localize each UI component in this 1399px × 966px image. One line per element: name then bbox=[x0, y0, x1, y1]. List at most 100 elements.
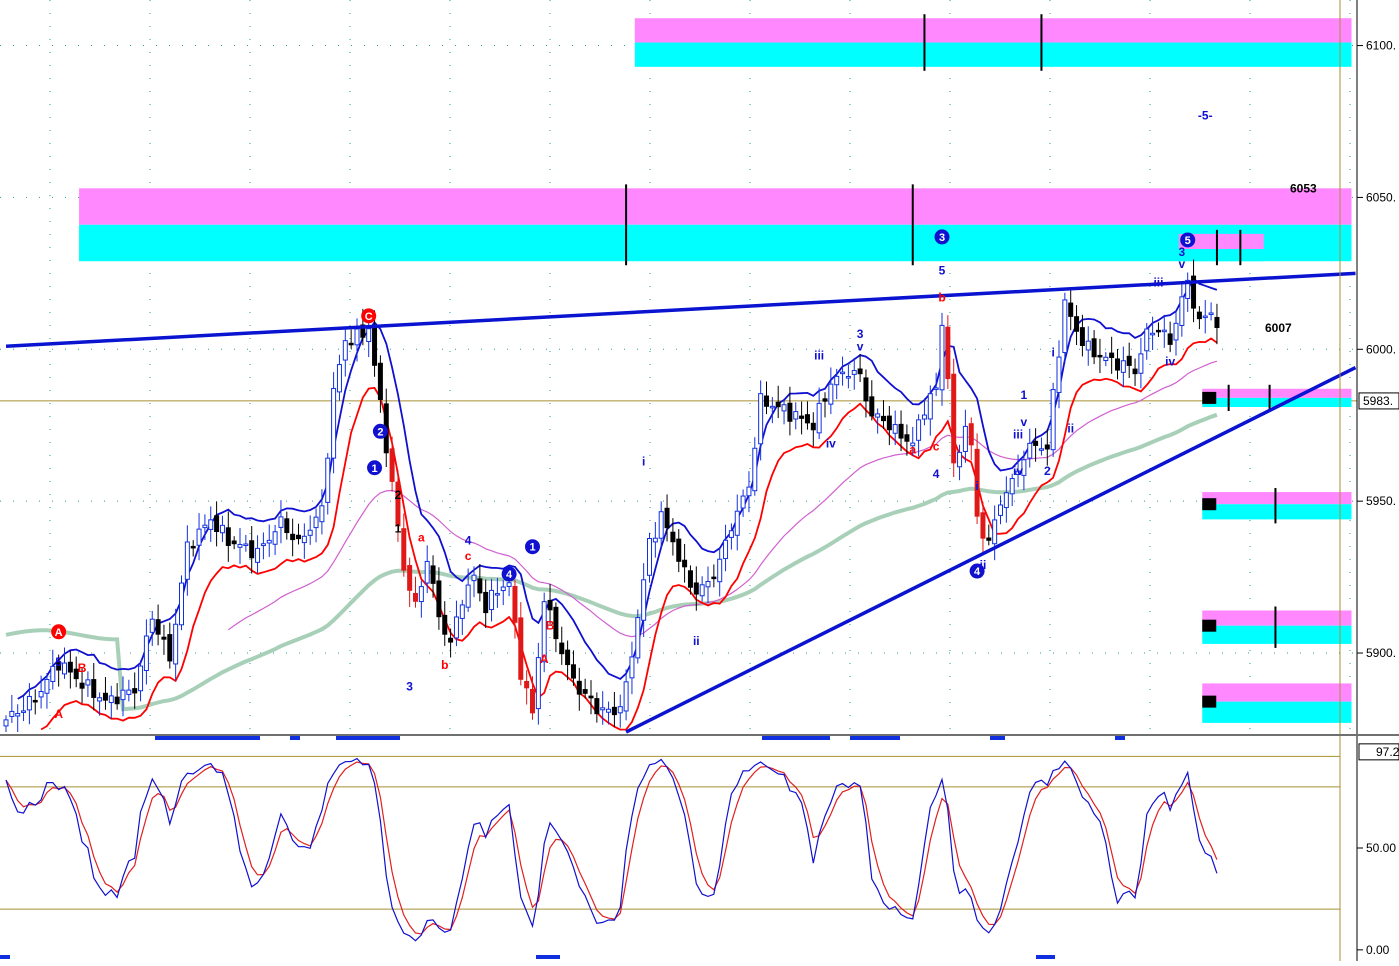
zone-upper-band bbox=[1202, 388, 1352, 398]
wave-label: 2 bbox=[377, 426, 383, 438]
candle-body bbox=[734, 510, 740, 536]
price-tick-label: 6000. bbox=[1366, 342, 1396, 356]
candle-body bbox=[372, 326, 378, 366]
candle-body bbox=[892, 424, 898, 434]
wave-label: ii bbox=[693, 634, 700, 648]
zone-lower-band bbox=[634, 42, 1352, 67]
candle-body bbox=[1027, 442, 1033, 459]
candle-body bbox=[354, 328, 360, 346]
candle-body bbox=[845, 376, 851, 379]
wave-label: 3 bbox=[939, 232, 945, 244]
candle-body bbox=[576, 680, 582, 695]
candle-body bbox=[822, 398, 828, 402]
candle-body bbox=[62, 662, 67, 675]
candle-body bbox=[225, 527, 231, 546]
candle-body bbox=[799, 415, 805, 419]
candle-body bbox=[249, 540, 255, 559]
candle-body bbox=[15, 713, 21, 717]
candle-body bbox=[606, 708, 612, 713]
zone-lower-band bbox=[1202, 625, 1352, 644]
wave-label: 4 bbox=[933, 467, 940, 481]
candle-body bbox=[413, 592, 418, 602]
candle-body bbox=[945, 326, 951, 380]
candle-body bbox=[1196, 311, 1202, 320]
candle-body bbox=[272, 531, 278, 545]
wave-label: i bbox=[1051, 345, 1054, 359]
wave-label: b bbox=[441, 658, 448, 672]
candle-body bbox=[998, 504, 1003, 516]
candle-body bbox=[652, 537, 658, 543]
candle-body bbox=[699, 584, 705, 597]
candle-body bbox=[758, 393, 764, 445]
candle-body bbox=[489, 589, 495, 611]
candle-body bbox=[138, 665, 144, 692]
candle-body bbox=[752, 447, 758, 492]
candle-body bbox=[1003, 492, 1009, 509]
wave-label: A bbox=[54, 707, 63, 721]
candle-body bbox=[559, 642, 565, 655]
candle-body bbox=[389, 448, 395, 482]
candle-body bbox=[962, 425, 968, 452]
wave-label: ii bbox=[980, 558, 987, 572]
candle-body bbox=[623, 681, 629, 712]
wave-label: A bbox=[55, 627, 63, 639]
candle-body bbox=[980, 512, 986, 539]
candle-body bbox=[477, 578, 483, 594]
candle-body bbox=[547, 599, 553, 611]
candle-body bbox=[436, 580, 442, 618]
candle-body bbox=[190, 545, 196, 549]
candle-body bbox=[1173, 322, 1179, 341]
candle-body bbox=[91, 679, 97, 698]
candle-body bbox=[746, 486, 752, 497]
candle-body bbox=[1103, 356, 1109, 362]
candle-body bbox=[582, 689, 588, 694]
zone-upper-band bbox=[1202, 492, 1352, 505]
candle-body bbox=[67, 661, 73, 673]
candle-body bbox=[1068, 302, 1074, 317]
candle-body bbox=[126, 689, 132, 695]
candle-body bbox=[658, 511, 664, 539]
zone-marker-block bbox=[1202, 391, 1217, 404]
candle-body bbox=[266, 539, 272, 544]
candle-body bbox=[1126, 355, 1132, 366]
candle-body bbox=[781, 404, 787, 412]
candle-body bbox=[939, 324, 945, 391]
candle-body bbox=[810, 422, 816, 431]
candle-body bbox=[1138, 353, 1144, 374]
candle-body bbox=[430, 565, 436, 584]
candle-body bbox=[933, 387, 939, 390]
zone-lower-band bbox=[1178, 249, 1264, 262]
candle-body bbox=[1150, 332, 1156, 336]
zone-marker-block bbox=[1202, 619, 1217, 632]
candle-body bbox=[851, 370, 857, 375]
wave-label: 2 bbox=[395, 488, 402, 502]
candle-body bbox=[331, 387, 337, 459]
candle-body bbox=[1202, 315, 1208, 319]
candle-body bbox=[524, 680, 530, 689]
candle-body bbox=[231, 540, 237, 545]
candle-body bbox=[471, 574, 477, 582]
candle-body bbox=[448, 637, 454, 643]
candle-body bbox=[114, 696, 120, 705]
candle-body bbox=[682, 559, 688, 568]
wave-label: b bbox=[938, 291, 945, 305]
wave-label: 4 bbox=[465, 534, 472, 548]
candle-body bbox=[553, 606, 559, 640]
candle-body bbox=[1033, 440, 1039, 446]
wave-label: iv bbox=[826, 436, 836, 450]
candle-body bbox=[518, 617, 524, 680]
candle-body bbox=[453, 616, 459, 639]
candle-body bbox=[530, 688, 535, 714]
wave-label: ii bbox=[1067, 421, 1074, 435]
candle-body bbox=[775, 401, 781, 408]
wave-label: 3 bbox=[406, 679, 413, 693]
candle-body bbox=[26, 695, 32, 711]
wave-label: i bbox=[642, 455, 645, 469]
wave-label: a bbox=[909, 443, 916, 457]
wave-label: 5 bbox=[1185, 235, 1191, 247]
candle-body bbox=[50, 665, 56, 682]
candle-body bbox=[319, 505, 325, 523]
candle-body bbox=[570, 664, 576, 679]
chart-svg: CA21143455 BA21a 4c3bBAiii3viiiiv a5bc4iii1… bbox=[0, 0, 1399, 961]
candle-body bbox=[968, 423, 974, 446]
